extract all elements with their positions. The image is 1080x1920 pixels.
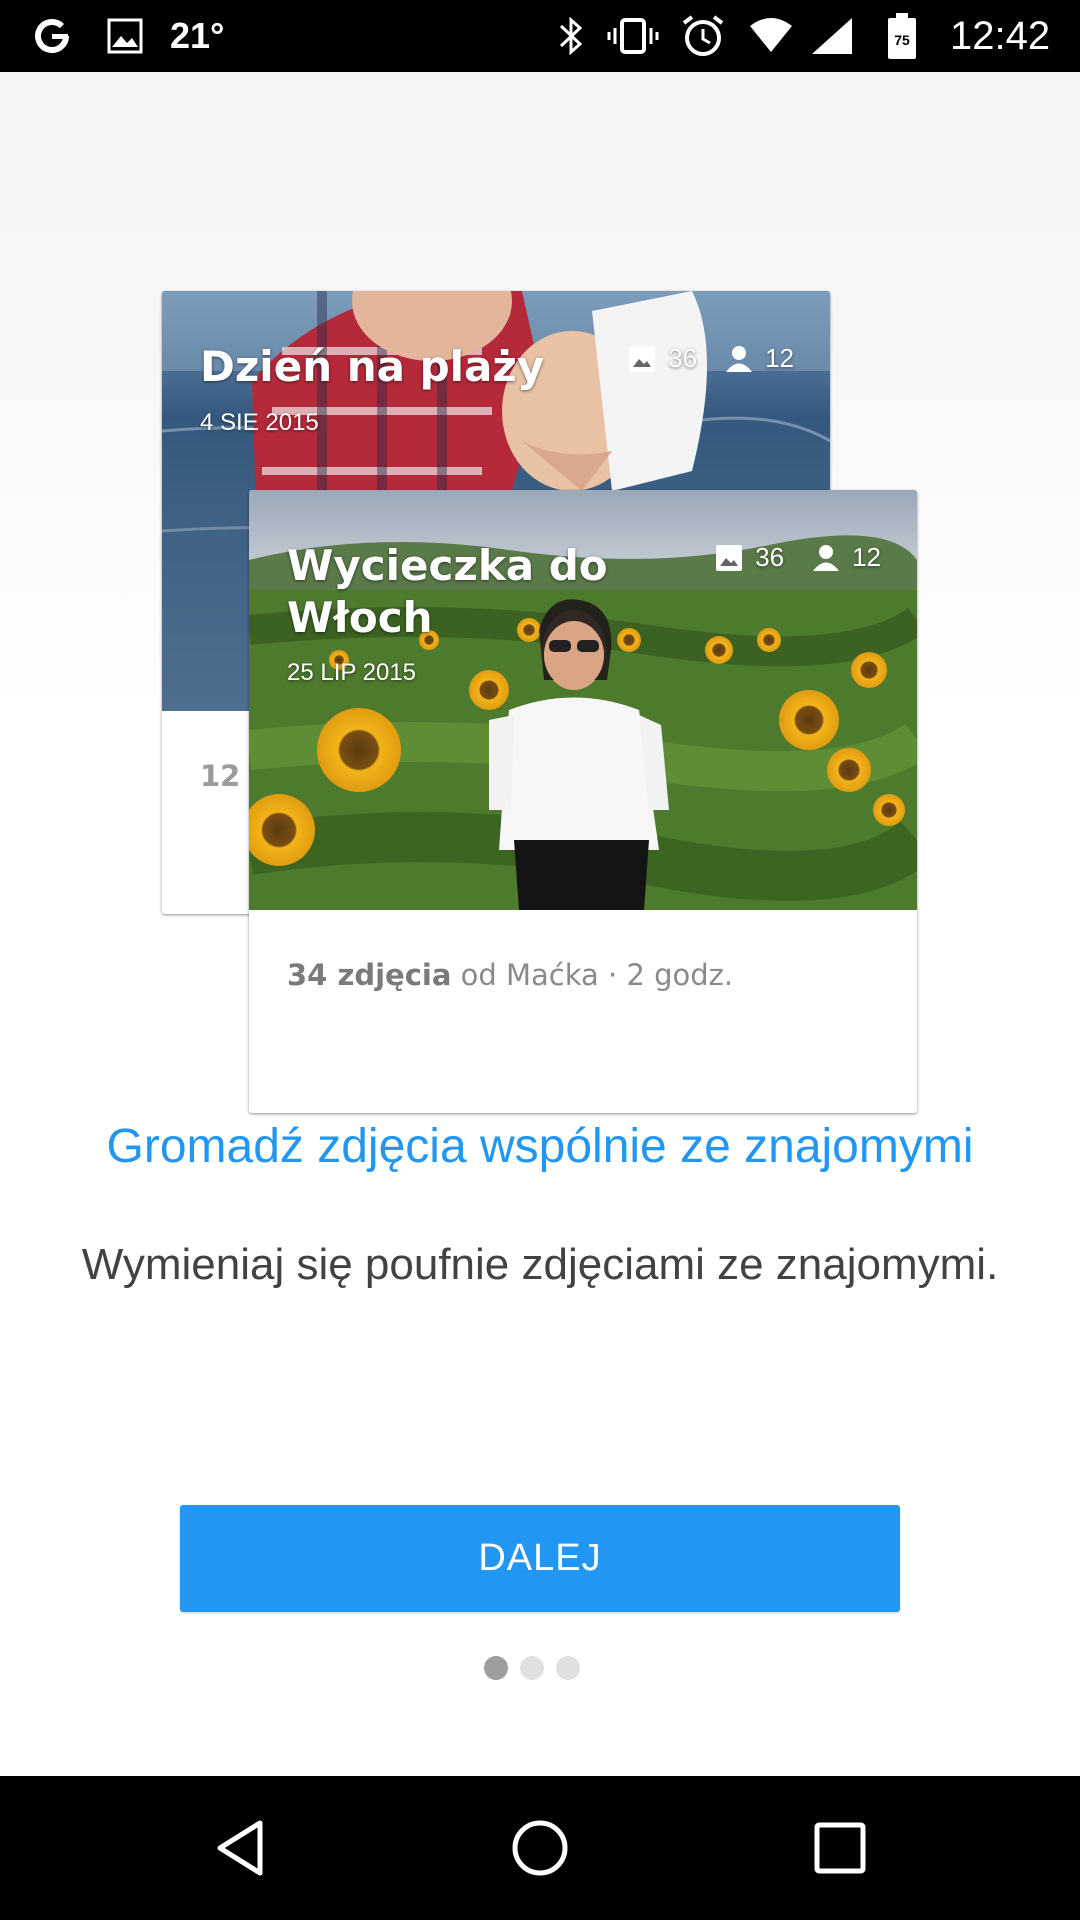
navigation-bar bbox=[0, 1776, 1080, 1920]
photos-stat: 36 bbox=[628, 343, 697, 374]
google-icon bbox=[30, 0, 74, 72]
photo-icon bbox=[716, 544, 743, 571]
onboarding-content: Dzień na plaży 4 SIE 2015 36 12 12 Wycie… bbox=[0, 72, 1080, 1776]
album-title: Dzień na plaży bbox=[200, 342, 545, 391]
album-footer-text: 34 zdjęcia od Maćka · 2 godz. bbox=[287, 958, 733, 992]
album-date: 4 SIE 2015 bbox=[200, 409, 319, 436]
page-dot-1 bbox=[484, 1656, 508, 1680]
people-count: 12 bbox=[852, 542, 881, 572]
image-icon bbox=[106, 0, 144, 72]
person-icon bbox=[813, 544, 840, 571]
album-stats: 36 12 bbox=[687, 542, 881, 573]
wifi-icon bbox=[748, 0, 794, 72]
album-footer-text: 12 bbox=[200, 759, 241, 793]
svg-text:75: 75 bbox=[894, 32, 910, 48]
bluetooth-icon bbox=[556, 0, 586, 72]
recents-icon[interactable] bbox=[760, 1776, 920, 1920]
vibrate-icon bbox=[606, 0, 660, 72]
status-bar: 21° 75 12:42 bbox=[0, 0, 1080, 72]
back-icon[interactable] bbox=[160, 1776, 320, 1920]
person-icon bbox=[726, 345, 753, 372]
page-indicator bbox=[484, 1656, 592, 1680]
page-dot-2 bbox=[520, 1656, 544, 1680]
page-description: Wymieniaj się poufnie zdjęciami ze znajo… bbox=[81, 1240, 999, 1289]
temperature: 21° bbox=[170, 15, 225, 56]
page-title: Gromadź zdjęcia wspólnie ze znajomymi bbox=[106, 1120, 974, 1173]
alarm-icon bbox=[680, 0, 726, 72]
photos-count: 36 bbox=[668, 343, 698, 373]
signal-icon bbox=[810, 0, 854, 72]
photos-stat: 36 bbox=[715, 542, 784, 573]
photos-count: 36 bbox=[755, 542, 785, 572]
album-footer: 34 zdjęcia od Maćka · 2 godz. bbox=[249, 910, 917, 1113]
album-stats: 36 12 bbox=[600, 343, 794, 374]
next-button[interactable]: DALEJ bbox=[180, 1505, 900, 1612]
people-stat: 12 bbox=[812, 542, 881, 573]
photo-count-bold: 34 zdjęcia bbox=[287, 958, 452, 992]
photo-icon bbox=[629, 345, 656, 372]
album-date: 25 LIP 2015 bbox=[287, 659, 417, 686]
album-title: Wycieczka do Włoch bbox=[287, 541, 608, 642]
album-card-front[interactable]: Wycieczka do Włoch 25 LIP 2015 36 12 34 … bbox=[249, 490, 917, 1113]
author-and-time: od Maćka · 2 godz. bbox=[451, 958, 734, 992]
battery-icon: 75 bbox=[886, 0, 918, 72]
clock: 12:42 bbox=[950, 13, 1051, 58]
page-dot-3 bbox=[556, 1656, 580, 1680]
people-count: 12 bbox=[765, 343, 794, 373]
people-stat: 12 bbox=[725, 343, 794, 374]
home-icon[interactable] bbox=[460, 1776, 620, 1920]
